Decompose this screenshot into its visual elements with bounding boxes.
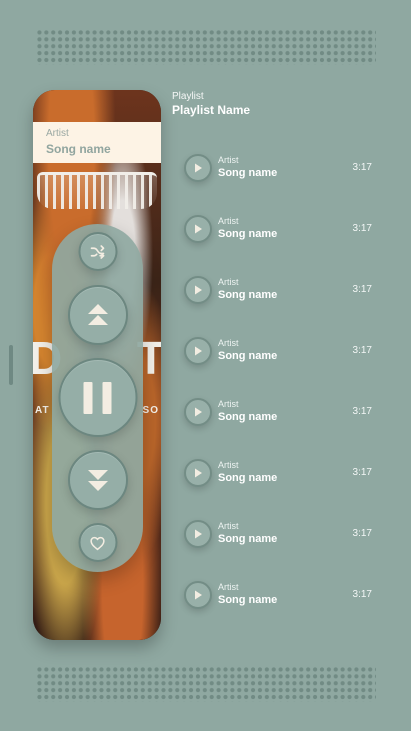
- track-song: Song name: [218, 288, 278, 301]
- bottom-speaker-grille: [36, 666, 376, 702]
- side-handle[interactable]: [9, 345, 13, 385]
- pause-button[interactable]: [58, 358, 137, 437]
- track-play-button[interactable]: [184, 154, 212, 182]
- now-playing-bar: Artist Song name: [33, 122, 161, 163]
- album-art-small-right: SO: [142, 405, 159, 416]
- track-play-button[interactable]: [184, 459, 212, 487]
- play-icon: [192, 284, 204, 296]
- track-artist: Artist: [218, 155, 239, 165]
- heart-icon: [89, 534, 107, 552]
- track-artist: Artist: [218, 521, 239, 531]
- track-song: Song name: [218, 593, 278, 606]
- top-speaker-grille: [36, 29, 376, 65]
- track-duration: 3:17: [352, 345, 372, 356]
- track-song: Song name: [218, 227, 278, 240]
- track-artist: Artist: [218, 399, 239, 409]
- play-icon: [192, 589, 204, 601]
- track-song: Song name: [218, 349, 278, 362]
- track-play-button[interactable]: [184, 520, 212, 548]
- track-text: Artist Song name: [218, 277, 278, 302]
- play-icon: [192, 162, 204, 174]
- like-button[interactable]: [78, 523, 117, 562]
- track-play-button[interactable]: [184, 337, 212, 365]
- track-duration: 3:17: [352, 406, 372, 417]
- album-art-small-left: AT: [35, 405, 50, 416]
- playback-controls: [52, 224, 143, 572]
- pause-icon: [82, 380, 114, 416]
- play-icon: [192, 528, 204, 540]
- track-duration: 3:17: [352, 589, 372, 600]
- play-icon: [192, 406, 204, 418]
- track-item[interactable]: Artist Song name 3:17: [184, 276, 378, 306]
- previous-button[interactable]: [67, 285, 128, 345]
- play-icon: [192, 467, 204, 479]
- track-item[interactable]: Artist Song name 3:17: [184, 520, 378, 550]
- track-artist: Artist: [218, 277, 239, 287]
- track-duration: 3:17: [352, 467, 372, 478]
- track-text: Artist Song name: [218, 216, 278, 241]
- track-artist: Artist: [218, 460, 239, 470]
- track-item[interactable]: Artist Song name 3:17: [184, 337, 378, 367]
- track-duration: 3:17: [352, 223, 372, 234]
- double-down-arrow-icon: [84, 466, 112, 494]
- track-duration: 3:17: [352, 284, 372, 295]
- track-duration: 3:17: [352, 162, 372, 173]
- track-text: Artist Song name: [218, 338, 278, 363]
- track-artist: Artist: [218, 216, 239, 226]
- shuffle-button[interactable]: [78, 232, 117, 271]
- track-play-button[interactable]: [184, 581, 212, 609]
- shuffle-icon: [89, 243, 107, 261]
- track-play-button[interactable]: [184, 398, 212, 426]
- track-item[interactable]: Artist Song name 3:17: [184, 215, 378, 245]
- playlist-header: Playlist Playlist Name: [172, 91, 250, 117]
- track-song: Song name: [218, 410, 278, 423]
- track-play-button[interactable]: [184, 215, 212, 243]
- track-text: Artist Song name: [218, 521, 278, 546]
- playlist-label: Playlist: [172, 91, 204, 102]
- track-song: Song name: [218, 532, 278, 545]
- track-play-button[interactable]: [184, 276, 212, 304]
- track-song: Song name: [218, 471, 278, 484]
- now-playing-artist: Artist: [46, 128, 69, 139]
- track-text: Artist Song name: [218, 582, 278, 607]
- play-icon: [192, 345, 204, 357]
- album-art-basket: [37, 172, 157, 209]
- double-up-arrow-icon: [84, 301, 112, 329]
- next-button[interactable]: [67, 450, 128, 510]
- track-item[interactable]: Artist Song name 3:17: [184, 459, 378, 489]
- track-duration: 3:17: [352, 528, 372, 539]
- track-item[interactable]: Artist Song name 3:17: [184, 581, 378, 611]
- track-artist: Artist: [218, 582, 239, 592]
- track-text: Artist Song name: [218, 399, 278, 424]
- now-playing-song: Song name: [46, 142, 111, 156]
- track-song: Song name: [218, 166, 278, 179]
- track-text: Artist Song name: [218, 460, 278, 485]
- track-text: Artist Song name: [218, 155, 278, 180]
- play-icon: [192, 223, 204, 235]
- track-item[interactable]: Artist Song name 3:17: [184, 154, 378, 184]
- playlist-name: Playlist Name: [172, 103, 251, 117]
- track-item[interactable]: Artist Song name 3:17: [184, 398, 378, 428]
- track-artist: Artist: [218, 338, 239, 348]
